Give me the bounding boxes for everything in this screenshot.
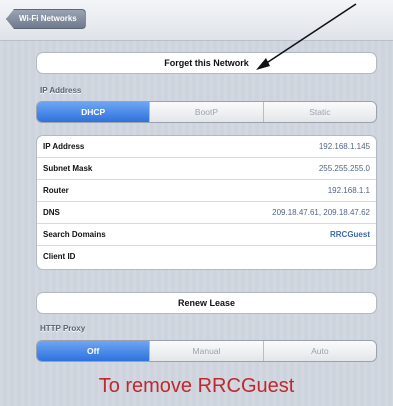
annotation-caption: To remove RRCGuest <box>98 375 295 397</box>
annotation-arrow <box>256 3 357 70</box>
